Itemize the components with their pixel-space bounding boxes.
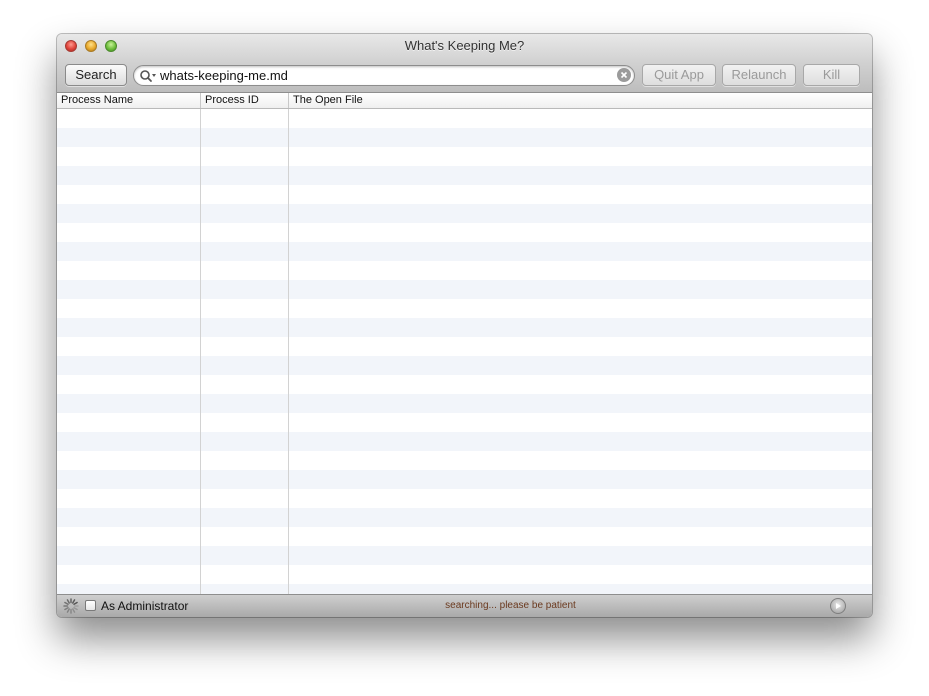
table-row[interactable]: [57, 546, 872, 565]
table-row[interactable]: [57, 489, 872, 508]
table-row[interactable]: [57, 375, 872, 394]
search-icon[interactable]: [139, 69, 157, 83]
table-row[interactable]: [57, 432, 872, 451]
status-text: searching... please be patient: [445, 600, 576, 611]
table-row[interactable]: [57, 508, 872, 527]
search-field[interactable]: [133, 65, 635, 86]
column-header-process-name[interactable]: Process Name: [57, 93, 200, 108]
table-row[interactable]: [57, 470, 872, 489]
table-row[interactable]: [57, 356, 872, 375]
table-row[interactable]: [57, 565, 872, 584]
table-row[interactable]: [57, 242, 872, 261]
results-table[interactable]: [57, 109, 872, 594]
table-row[interactable]: [57, 413, 872, 432]
title-bar: What's Keeping Me? Search Quit App Relau…: [57, 34, 872, 93]
column-divider: [288, 109, 289, 594]
play-icon[interactable]: [830, 598, 846, 614]
column-header-process-id[interactable]: Process ID: [201, 93, 288, 108]
table-row[interactable]: [57, 128, 872, 147]
search-input[interactable]: [160, 67, 610, 84]
table-row[interactable]: [57, 166, 872, 185]
table-row[interactable]: [57, 394, 872, 413]
status-bar: As Administrator searching... please be …: [57, 594, 872, 617]
table-row[interactable]: [57, 147, 872, 166]
window-title: What's Keeping Me?: [404, 38, 525, 53]
column-header-open-file[interactable]: The Open File: [289, 93, 872, 108]
table-row[interactable]: [57, 261, 872, 280]
table-row[interactable]: [57, 204, 872, 223]
clear-icon[interactable]: [617, 68, 631, 82]
quit-app-button[interactable]: Quit App: [642, 64, 716, 86]
clear-x-glyph: [620, 71, 628, 79]
table-row[interactable]: [57, 280, 872, 299]
table-row[interactable]: [57, 337, 872, 356]
search-button[interactable]: Search: [65, 64, 127, 86]
table-row[interactable]: [57, 451, 872, 470]
play-glyph: [836, 603, 841, 609]
kill-button[interactable]: Kill: [803, 64, 860, 86]
table-row[interactable]: [57, 299, 872, 318]
table-row[interactable]: [57, 527, 872, 546]
table-row[interactable]: [57, 584, 872, 594]
relaunch-button[interactable]: Relaunch: [722, 64, 796, 86]
app-window: What's Keeping Me? Search Quit App Relau…: [57, 34, 872, 617]
column-divider: [200, 109, 201, 594]
table-header: Process Name Process ID The Open File: [57, 93, 872, 109]
table-row[interactable]: [57, 185, 872, 204]
table-row[interactable]: [57, 318, 872, 337]
table-row[interactable]: [57, 109, 872, 128]
table-row[interactable]: [57, 223, 872, 242]
